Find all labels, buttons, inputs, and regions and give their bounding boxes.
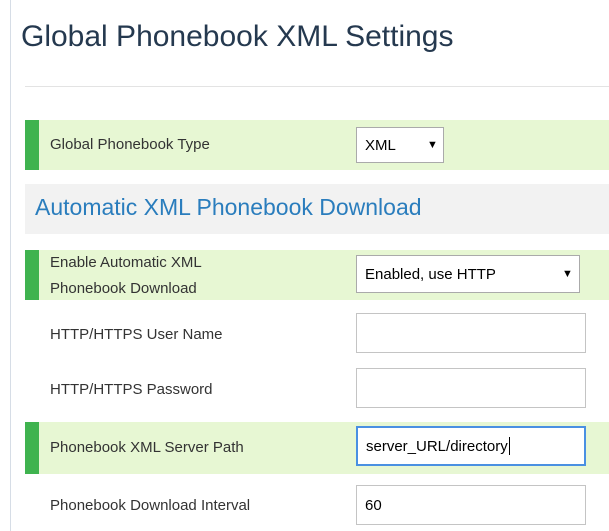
username-field[interactable] xyxy=(356,313,586,353)
row-username: HTTP/HTTPS User Name xyxy=(25,310,609,360)
username-label: HTTP/HTTPS User Name xyxy=(50,326,223,343)
title-divider xyxy=(25,86,609,87)
row-phonebook-type: Global Phonebook Type XML ▼ xyxy=(25,120,609,170)
phonebook-type-label: Global Phonebook Type xyxy=(50,136,210,153)
highlight-marker xyxy=(25,250,39,300)
row-password: HTTP/HTTPS Password xyxy=(25,365,609,415)
text-caret xyxy=(508,437,510,455)
row-enable-download: Enable Automatic XML Phonebook Download … xyxy=(25,250,609,300)
row-download-interval: Phonebook Download Interval 60 xyxy=(25,480,609,531)
highlight-marker xyxy=(25,120,39,170)
server-path-field[interactable]: server_URL/directory xyxy=(356,426,586,466)
enable-download-label-line1: Enable Automatic XML xyxy=(50,254,202,271)
password-field[interactable] xyxy=(356,368,586,408)
highlight-marker xyxy=(25,422,39,474)
enable-download-label-line2: Phonebook Download xyxy=(50,280,197,297)
enable-download-value: Enabled, use HTTP xyxy=(365,265,496,283)
download-interval-field[interactable]: 60 xyxy=(356,485,586,525)
enable-download-select[interactable]: Enabled, use HTTP ▼ xyxy=(356,255,580,293)
download-interval-label: Phonebook Download Interval xyxy=(50,497,251,514)
phonebook-type-select[interactable]: XML ▼ xyxy=(356,127,444,163)
server-path-label: Phonebook XML Server Path xyxy=(50,439,244,456)
download-interval-value: 60 xyxy=(365,496,382,514)
password-label: HTTP/HTTPS Password xyxy=(50,381,213,398)
page-title: Global Phonebook XML Settings xyxy=(21,20,454,53)
server-path-value: server_URL/directory xyxy=(366,437,508,455)
section-title: Automatic XML Phonebook Download xyxy=(35,194,422,220)
section-header: Automatic XML Phonebook Download xyxy=(25,184,609,234)
chevron-down-icon: ▼ xyxy=(562,268,573,280)
phonebook-type-value: XML xyxy=(365,136,396,154)
server-path-value-wrap: server_URL/directory xyxy=(366,428,510,464)
chevron-down-icon: ▼ xyxy=(427,139,438,151)
row-server-path: Phonebook XML Server Path server_URL/dir… xyxy=(25,422,609,474)
